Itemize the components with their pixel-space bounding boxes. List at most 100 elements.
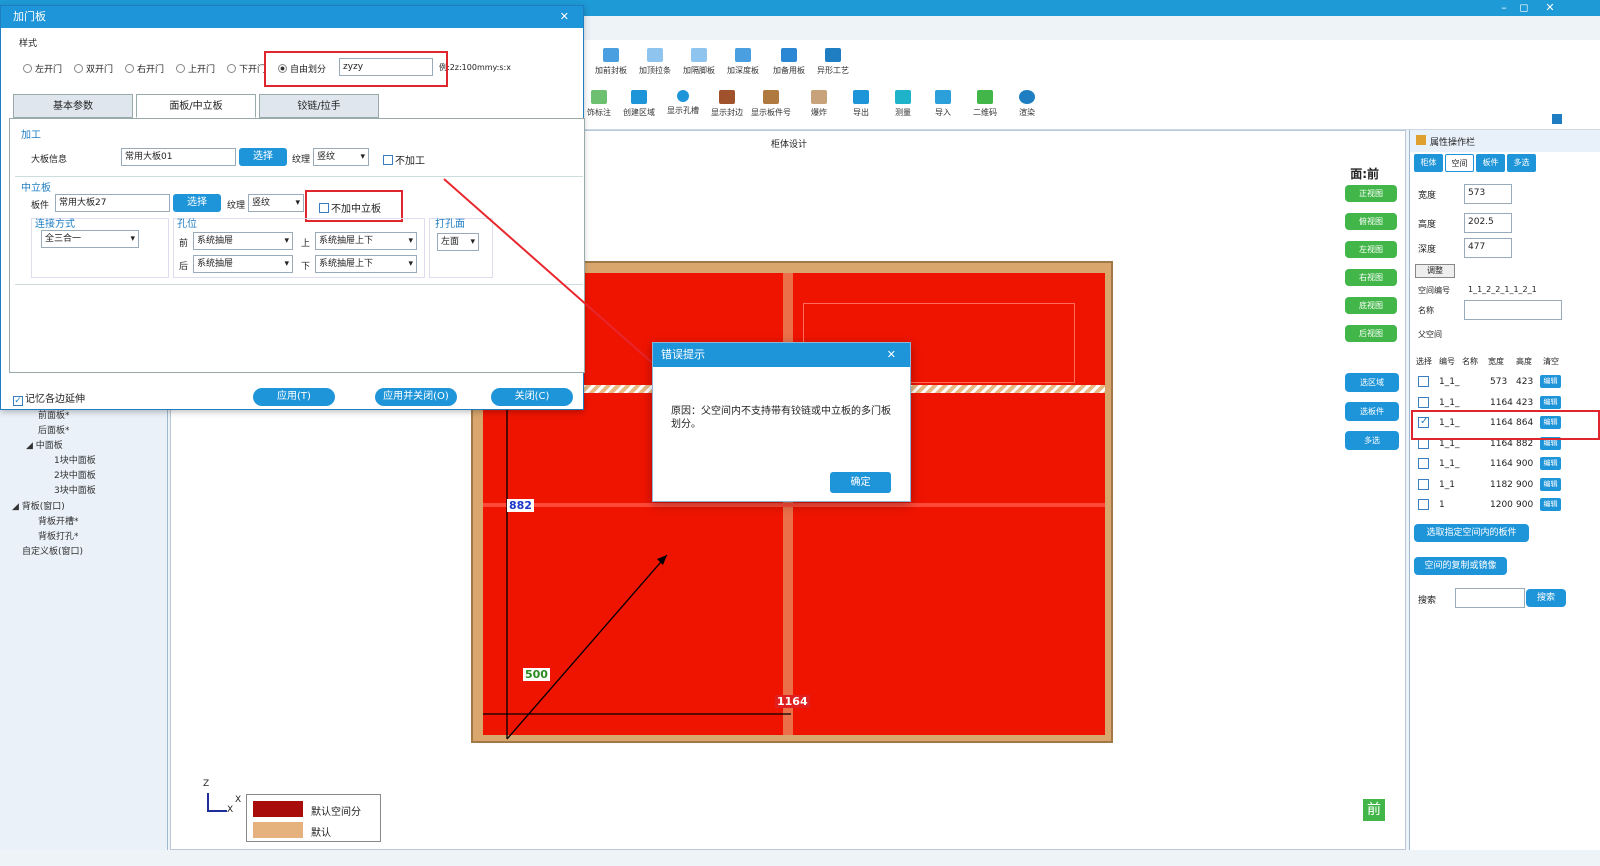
tree-item[interactable]: 背板打孔* <box>38 529 79 542</box>
table-row[interactable]: 1_1_ 573 423 编辑 <box>1410 372 1600 392</box>
tab-board[interactable]: 板件 <box>1476 154 1505 172</box>
highlight-box <box>1411 410 1600 440</box>
dimension-width: 1164 <box>775 695 810 708</box>
measure-icon <box>895 90 911 104</box>
big-board-field[interactable]: 常用大板01 <box>121 148 236 166</box>
tree-item[interactable]: ◢ 背板(窗口) <box>12 499 65 512</box>
ok-button[interactable]: 确定 <box>830 472 891 493</box>
ribbon-add-front-seal[interactable]: 加前封板 <box>586 48 636 76</box>
copy-space-button[interactable]: 空间的复制或镜像 <box>1414 557 1507 575</box>
dialog-close-button[interactable]: ✕ <box>560 6 569 28</box>
row-width: 1164 <box>1490 438 1513 449</box>
up-hole-select[interactable]: 系统抽屉上下 <box>315 232 417 250</box>
ribbon-render[interactable]: 渲染 <box>1002 90 1052 118</box>
mid-grain-select[interactable]: 竖纹 <box>248 194 304 212</box>
row-checkbox[interactable] <box>1418 396 1429 408</box>
ribbon-show-edge[interactable]: 显示封边 <box>702 90 752 118</box>
legend: 默认空间分 默认 <box>246 794 381 842</box>
ribbon-add-top-strip[interactable]: 加顶拉条 <box>630 48 680 76</box>
no-process-checkbox[interactable]: 不加工 <box>383 152 425 167</box>
row-edit-button[interactable]: 编辑 <box>1540 395 1561 409</box>
radio-double-door[interactable]: 双开门 <box>74 62 113 75</box>
grid-toggle-icon[interactable] <box>1552 114 1562 124</box>
error-dialog: 错误提示 ✕ 原因：父空间内不支持带有铰链或中立板的多门板划分。 确定 <box>652 342 911 502</box>
ribbon-show-board-no[interactable]: 显示板件号 <box>746 90 796 118</box>
row-width: 573 <box>1490 377 1508 387</box>
maximize-button[interactable]: ◻ <box>1514 0 1534 16</box>
width-field[interactable]: 573 <box>1464 184 1512 204</box>
front-view-badge[interactable]: 前 <box>1363 799 1385 821</box>
close-window-button[interactable]: ✕ <box>1540 0 1560 16</box>
tree-item[interactable]: 背板开槽* <box>38 514 79 527</box>
row-id: 1_1_ <box>1439 438 1460 449</box>
select-big-board-button[interactable]: 选择 <box>239 148 287 166</box>
tree-item[interactable]: 2块中面板 <box>54 468 96 481</box>
table-row[interactable]: 1_1_ 1164 900 编辑 <box>1410 454 1600 474</box>
right-view-button[interactable]: 右视图 <box>1345 269 1397 286</box>
tab-basic-params[interactable]: 基本参数 <box>13 94 133 118</box>
table-row[interactable]: 1_1 1182 900 编辑 <box>1410 475 1600 495</box>
radio-up-door[interactable]: 上开门 <box>176 62 215 75</box>
ribbon-add-foot-board[interactable]: 加隔脚板 <box>674 48 724 76</box>
annotation-icon <box>591 90 607 104</box>
tree-item[interactable]: 后面板* <box>38 423 70 436</box>
ribbon-create-region[interactable]: 创建区域 <box>614 90 664 118</box>
connection-select[interactable]: 全三合一 <box>41 230 139 248</box>
row-id: 1_1 <box>1439 479 1455 490</box>
expand-arrow-icon[interactable]: ◢ <box>26 441 36 451</box>
ribbon-add-depth-board[interactable]: 加深度板 <box>718 48 768 76</box>
row-edit-button[interactable]: 编辑 <box>1540 375 1561 388</box>
tab-cabinet[interactable]: 柜体 <box>1414 154 1443 172</box>
row-checkbox[interactable] <box>1418 478 1429 490</box>
select-region-button[interactable]: 选区域 <box>1345 373 1399 392</box>
tree-item[interactable]: 1块中面板 <box>54 453 96 466</box>
radio-right-door[interactable]: 右开门 <box>125 62 164 75</box>
select-board-button[interactable]: 选板件 <box>1345 402 1399 421</box>
ribbon-show-holes[interactable]: 显示孔槽 <box>658 90 708 116</box>
show-holes-icon <box>677 90 689 102</box>
height-field[interactable]: 202.5 <box>1464 213 1512 233</box>
radio-down-door[interactable]: 下开门 <box>227 62 266 75</box>
name-field[interactable] <box>1464 300 1562 320</box>
back-hole-select[interactable]: 系统抽屉 <box>193 255 293 273</box>
tree-item[interactable]: 自定义板(窗口) <box>22 544 83 557</box>
radio-left-door[interactable]: 左开门 <box>23 62 62 75</box>
back-view-button[interactable]: 后视图 <box>1345 325 1397 342</box>
mid-board-field[interactable]: 常用大板27 <box>55 194 170 212</box>
remember-extend-checkbox[interactable]: ✓ 记忆各边延伸 <box>13 390 85 406</box>
select-mid-board-button[interactable]: 选择 <box>173 194 221 212</box>
ribbon-add-spare-board[interactable]: 加备用板 <box>764 48 814 76</box>
table-row[interactable]: 1 1200 900 编辑 <box>1410 495 1600 515</box>
search-button[interactable]: 搜索 <box>1526 589 1566 607</box>
row-edit-button[interactable]: 编辑 <box>1540 457 1561 470</box>
ribbon-special-process[interactable]: 异形工艺 <box>808 48 858 76</box>
row-checkbox[interactable] <box>1418 499 1429 510</box>
left-view-button[interactable]: 左视图 <box>1345 241 1397 258</box>
tree-item[interactable]: ◢ 中面板 <box>26 438 63 451</box>
select-space-boards-button[interactable]: 选取指定空间内的板件 <box>1414 524 1529 542</box>
front-view-button[interactable]: 正视图 <box>1345 185 1397 202</box>
expand-arrow-icon[interactable]: ◢ <box>12 502 22 512</box>
adjust-button[interactable]: 调整 <box>1415 264 1455 278</box>
row-edit-button[interactable]: 编辑 <box>1540 498 1561 511</box>
tab-multi[interactable]: 多选 <box>1507 154 1536 172</box>
property-icon <box>1416 135 1426 145</box>
front-hole-select[interactable]: 系统抽屉 <box>193 232 293 250</box>
minimize-button[interactable]: – <box>1494 0 1514 16</box>
tab-hinge-handle[interactable]: 铰链/拉手 <box>259 94 379 118</box>
grain-select[interactable]: 竖纹 <box>313 148 369 166</box>
tab-space[interactable]: 空间 <box>1445 154 1474 172</box>
top-view-button[interactable]: 俯视图 <box>1345 213 1397 230</box>
search-input[interactable] <box>1455 588 1525 608</box>
row-checkbox[interactable] <box>1418 458 1429 469</box>
bottom-view-button[interactable]: 底视图 <box>1345 297 1397 314</box>
apply-button[interactable]: 应用(T) <box>253 388 335 406</box>
down-hole-select[interactable]: 系统抽屉上下 <box>315 255 417 273</box>
tree-item[interactable]: 3块中面板 <box>54 483 96 496</box>
tab-panel-middle[interactable]: 面板/中立板 <box>136 94 256 118</box>
depth-field[interactable]: 477 <box>1464 238 1512 258</box>
multi-select-button[interactable]: 多选 <box>1345 431 1399 450</box>
row-checkbox[interactable] <box>1418 376 1429 387</box>
row-edit-button[interactable]: 编辑 <box>1540 477 1561 491</box>
error-close-button[interactable]: ✕ <box>887 343 896 367</box>
